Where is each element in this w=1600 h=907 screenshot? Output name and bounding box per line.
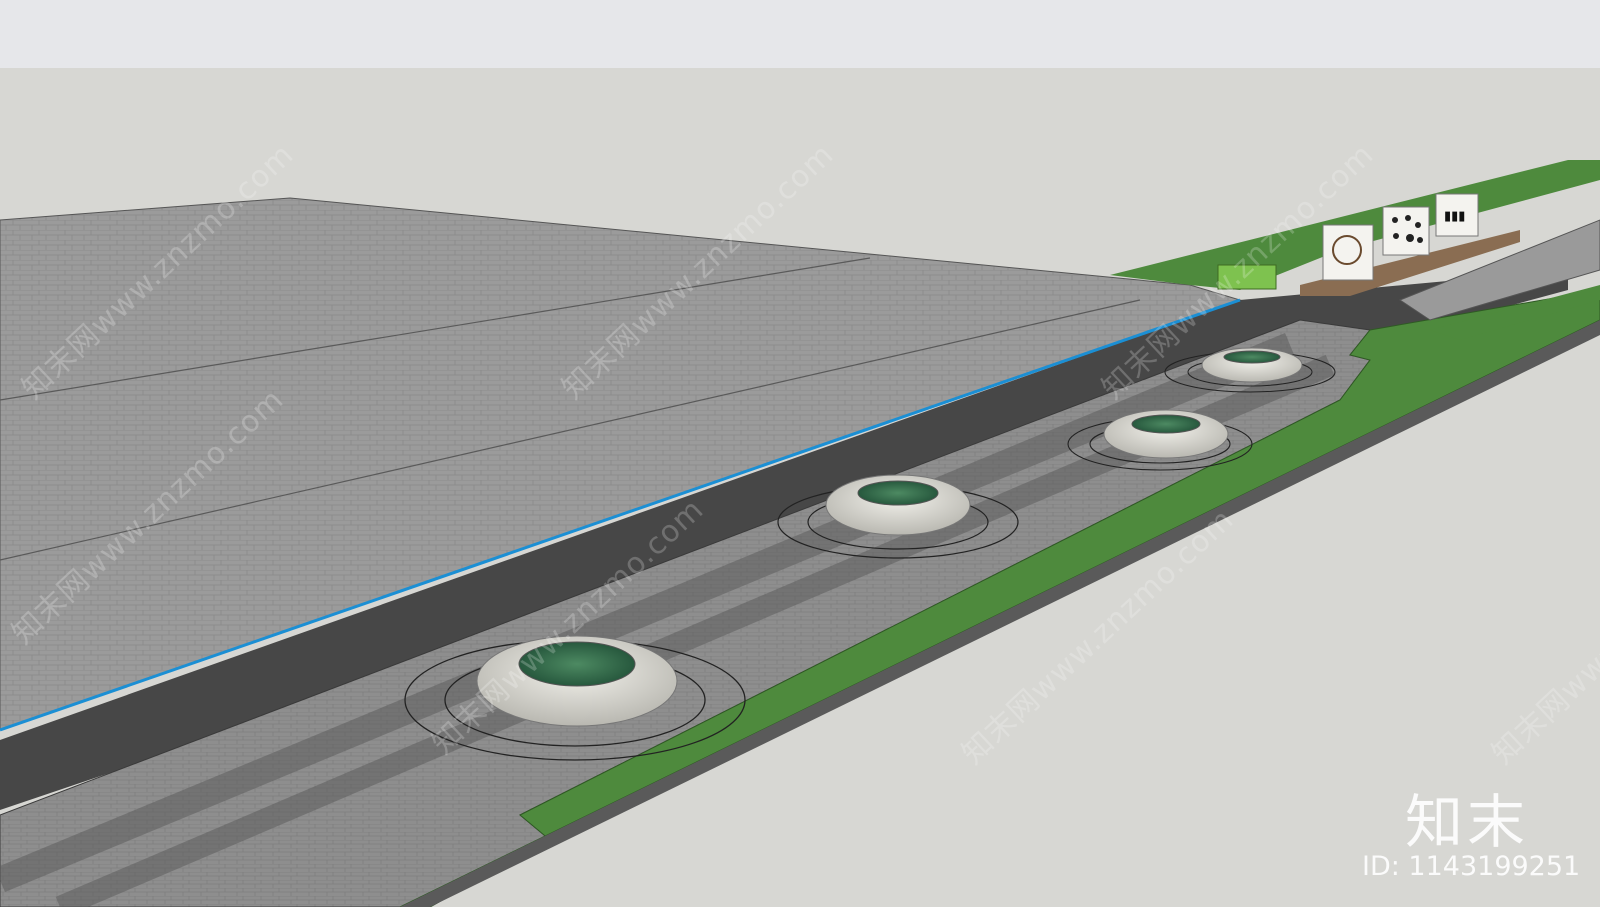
top-bar [0,0,1600,68]
wall-sign-icon: ▮▮▮ [1444,209,1465,224]
feature-wall-2 [1382,206,1430,256]
hedge-block [1217,264,1277,290]
feature-wall-1 [1322,224,1374,281]
sketchup-scene: ▮▮▮ [0,0,1600,907]
